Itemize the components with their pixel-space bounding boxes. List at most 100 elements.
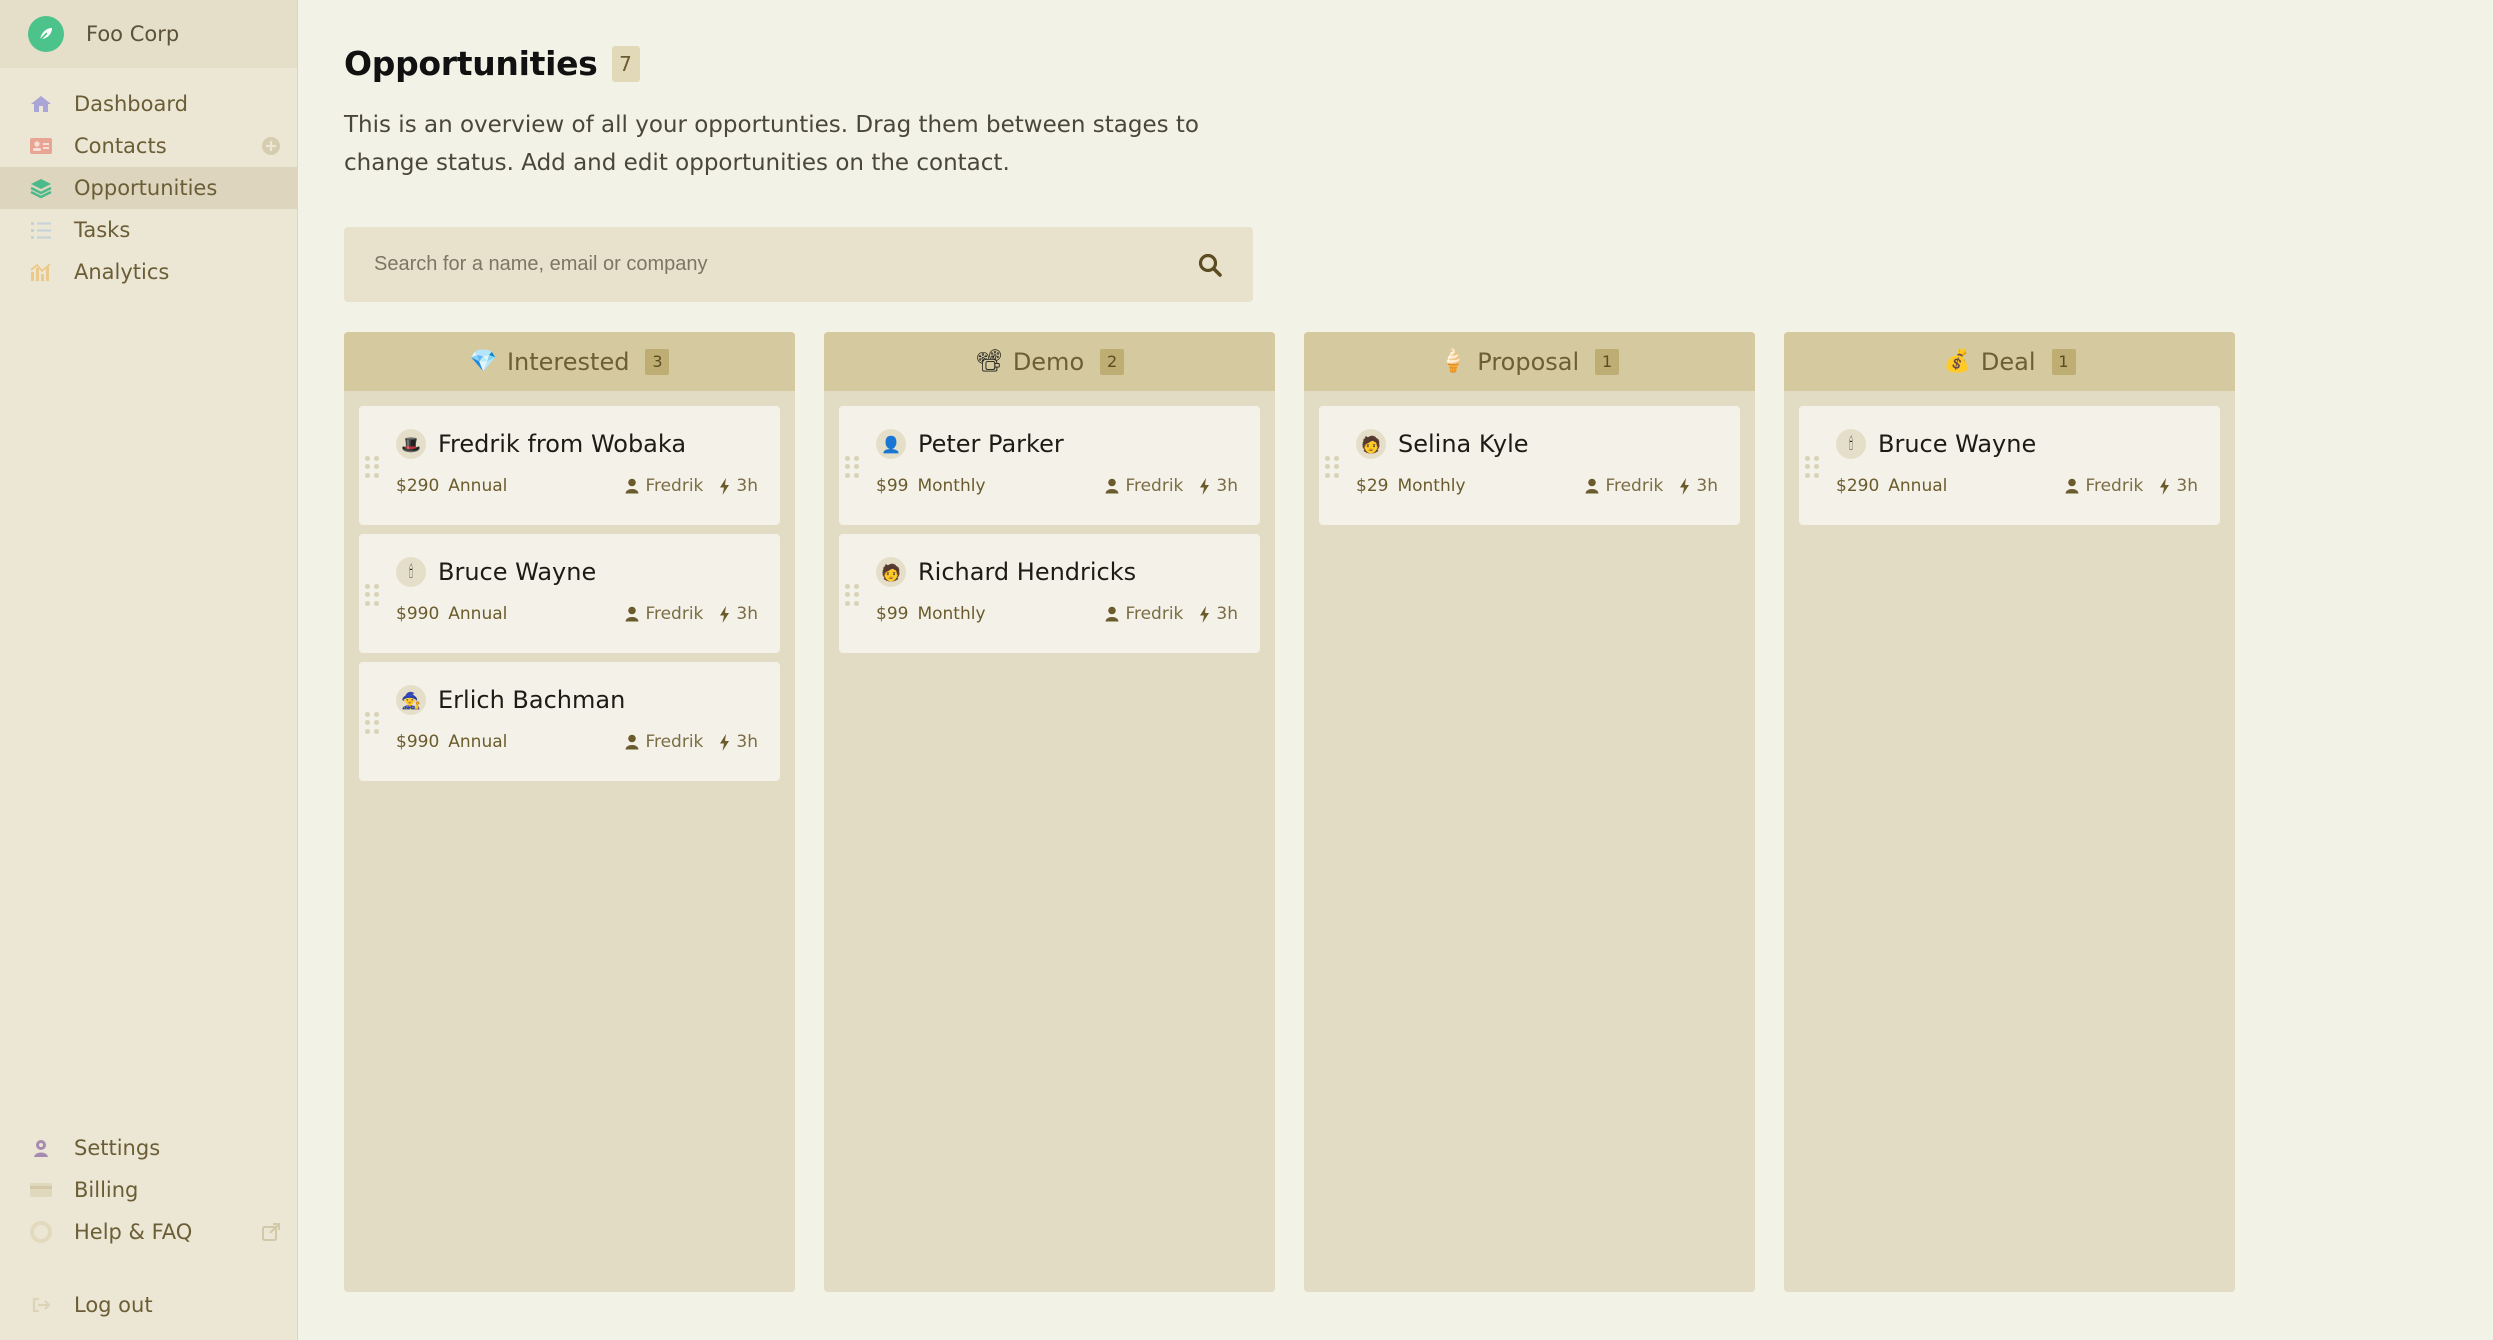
owner-name: Fredrik <box>2085 476 2144 496</box>
avatar: 🧑 <box>876 557 906 587</box>
stage-count-badge: 3 <box>645 348 670 375</box>
projector-icon: 📽 <box>974 349 1003 374</box>
nav-item-help[interactable]: Help & FAQ <box>0 1211 297 1253</box>
stage-column-deal: 💰 Deal 1 🕯 Bruce Wayne $290 Annual Fredr… <box>1784 332 2235 1292</box>
card-list: 🧑 Selina Kyle $29 Monthly Fredrik 3h <box>1304 391 1755 549</box>
drag-handle-icon[interactable] <box>365 584 379 606</box>
avatar: 🧑 <box>1356 429 1386 459</box>
page-header: Opportunities 7 <box>344 44 640 83</box>
stage-count-badge: 2 <box>1100 348 1125 375</box>
age: 3h <box>736 476 758 496</box>
stage-count-badge: 1 <box>1595 348 1620 375</box>
age: 3h <box>1696 476 1718 496</box>
user-gear-icon <box>28 1137 54 1159</box>
search-input[interactable] <box>374 253 1195 276</box>
avatar: 🧙 <box>396 685 426 715</box>
bolt-icon <box>1199 477 1210 495</box>
nav-item-billing[interactable]: Billing <box>0 1169 297 1211</box>
credit-card-icon <box>28 1179 54 1201</box>
drag-handle-icon[interactable] <box>845 584 859 606</box>
stage-title: Demo <box>1012 347 1085 376</box>
opportunity-card[interactable]: 🎩 Fredrik from Wobaka $290 Annual Fredri… <box>359 406 780 525</box>
bolt-icon <box>719 605 730 623</box>
logout-section: Log out <box>0 1284 297 1326</box>
nav-item-contacts[interactable]: Contacts <box>0 125 297 167</box>
nav-label: Analytics <box>74 260 170 284</box>
drag-handle-icon[interactable] <box>365 712 379 734</box>
contact-name: Richard Hendricks <box>918 558 1137 586</box>
drag-handle-icon[interactable] <box>365 456 379 478</box>
home-icon <box>28 93 54 115</box>
nav-item-opportunities[interactable]: Opportunities <box>0 167 297 209</box>
opportunity-card[interactable]: 👤 Peter Parker $99 Monthly Fredrik 3h <box>839 406 1260 525</box>
billing-plan: Annual <box>448 732 508 752</box>
stage-title: Proposal <box>1477 347 1580 376</box>
stage-column-demo: 📽 Demo 2 👤 Peter Parker $99 Monthly Fred… <box>824 332 1275 1292</box>
contact-name: Bruce Wayne <box>1878 430 2037 458</box>
nav-label: Opportunities <box>74 176 218 200</box>
deal-amount: $290 <box>1836 476 1880 496</box>
opportunity-card[interactable]: 🧑 Selina Kyle $29 Monthly Fredrik 3h <box>1319 406 1740 525</box>
nav-label: Dashboard <box>74 92 188 116</box>
leaf-logo-icon <box>28 16 64 52</box>
user-icon <box>1585 478 1599 494</box>
money-bag-icon: 💰 <box>1943 349 1971 374</box>
nav-label: Help & FAQ <box>74 1220 193 1244</box>
billing-plan: Monthly <box>917 604 986 624</box>
opportunity-card[interactable]: 🧙 Erlich Bachman $990 Annual Fredrik 3h <box>359 662 780 781</box>
user-icon <box>2065 478 2079 494</box>
deal-amount: $29 <box>1356 476 1389 496</box>
layers-icon <box>28 177 54 199</box>
deal-amount: $99 <box>876 604 909 624</box>
stage-header: 📽 Demo 2 <box>824 332 1275 391</box>
nav-item-analytics[interactable]: Analytics <box>0 251 297 293</box>
contact-name: Erlich Bachman <box>438 686 626 714</box>
lifebuoy-icon <box>28 1221 54 1243</box>
logout-button[interactable]: Log out <box>0 1284 297 1326</box>
stage-header: 💰 Deal 1 <box>1784 332 2235 391</box>
nav-item-tasks[interactable]: Tasks <box>0 209 297 251</box>
deal-amount: $990 <box>396 732 440 752</box>
age: 3h <box>2176 476 2198 496</box>
age: 3h <box>1216 476 1238 496</box>
search-icon[interactable] <box>1195 250 1225 280</box>
nav-label: Settings <box>74 1136 161 1160</box>
user-icon <box>625 478 639 494</box>
user-icon <box>625 734 639 750</box>
bolt-icon <box>1679 477 1690 495</box>
org-switcher[interactable]: Foo Corp <box>0 0 297 68</box>
contact-name: Peter Parker <box>918 430 1064 458</box>
stage-header: 🍦 Proposal 1 <box>1304 332 1755 391</box>
nav-item-dashboard[interactable]: Dashboard <box>0 83 297 125</box>
contact-card-icon <box>28 135 54 157</box>
opportunity-count-badge: 7 <box>611 45 640 82</box>
add-contact-icon[interactable] <box>261 136 281 156</box>
bolt-icon <box>719 733 730 751</box>
billing-plan: Monthly <box>917 476 986 496</box>
billing-plan: Monthly <box>1397 476 1466 496</box>
drag-handle-icon[interactable] <box>1325 456 1339 478</box>
nav-label: Log out <box>74 1293 153 1317</box>
owner-name: Fredrik <box>645 476 704 496</box>
billing-plan: Annual <box>448 476 508 496</box>
user-icon <box>1105 606 1119 622</box>
avatar: 🕯 <box>1836 429 1866 459</box>
drag-handle-icon[interactable] <box>1805 456 1819 478</box>
deal-amount: $99 <box>876 476 909 496</box>
stage-column-proposal: 🍦 Proposal 1 🧑 Selina Kyle $29 Monthly F… <box>1304 332 1755 1292</box>
opportunity-card[interactable]: 🕯 Bruce Wayne $290 Annual Fredrik 3h <box>1799 406 2220 525</box>
nav-label: Tasks <box>74 218 131 242</box>
owner-name: Fredrik <box>1125 604 1184 624</box>
nav-label: Contacts <box>74 134 167 158</box>
nav-item-settings[interactable]: Settings <box>0 1127 297 1169</box>
age: 3h <box>736 732 758 752</box>
page-description: This is an overview of all your opportun… <box>344 112 1199 176</box>
secondary-nav: Settings Billing Help & FAQ <box>0 1127 297 1253</box>
opportunity-card[interactable]: 🕯 Bruce Wayne $990 Annual Fredrik 3h <box>359 534 780 653</box>
external-link-icon[interactable] <box>261 1222 281 1242</box>
drag-handle-icon[interactable] <box>845 456 859 478</box>
bolt-icon <box>2159 477 2170 495</box>
chart-icon <box>28 261 54 283</box>
stage-count-badge: 1 <box>2051 348 2076 375</box>
opportunity-card[interactable]: 🧑 Richard Hendricks $99 Monthly Fredrik … <box>839 534 1260 653</box>
